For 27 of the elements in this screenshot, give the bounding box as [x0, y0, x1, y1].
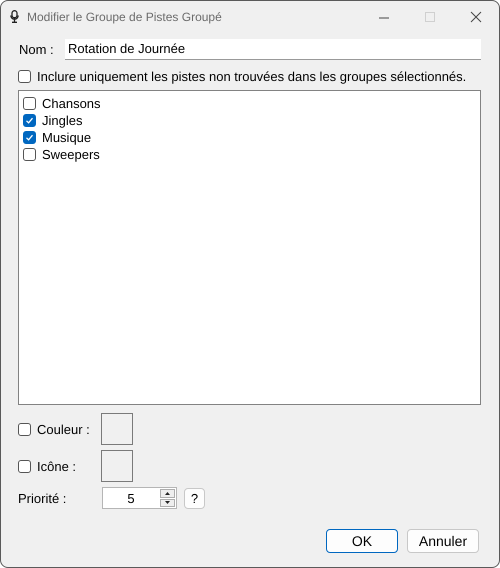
cancel-button[interactable]: Annuler	[407, 529, 479, 553]
priority-label: Priorité :	[18, 490, 68, 506]
checkbox[interactable]	[23, 131, 36, 144]
down-arrow-icon[interactable]	[165, 501, 170, 504]
window-title: Modifier le Groupe de Pistes Groupé	[27, 10, 223, 24]
checkbox[interactable]	[18, 460, 31, 472]
checkbox[interactable]	[18, 70, 31, 83]
option-label: Couleur :	[37, 422, 90, 436]
icon-swatch[interactable]	[101, 450, 133, 482]
name-field[interactable]: Rotation de Journée	[65, 38, 481, 60]
name-label: Nom :	[18, 42, 55, 56]
up-arrow-icon[interactable]	[165, 492, 170, 495]
checkbox[interactable]	[18, 422, 31, 436]
checkbox[interactable]	[23, 97, 36, 110]
group-label: Jingles	[42, 113, 82, 128]
option-label: Icône :	[37, 458, 76, 474]
help-button[interactable]: ?	[184, 488, 205, 508]
group-label: Musique	[42, 130, 92, 145]
color-swatch[interactable]	[101, 413, 133, 445]
ok-button[interactable]: OK	[326, 529, 398, 553]
checkbox[interactable]	[23, 114, 36, 127]
checkbox[interactable]	[23, 148, 36, 161]
option-label: Inclure uniquement les pistes non trouvées dans les groupes sélectionnés.	[37, 69, 466, 84]
microphone-icon	[10, 10, 19, 23]
priority-spinner[interactable]: 5	[102, 487, 177, 509]
group-label: Sweepers	[42, 147, 100, 162]
group-label: Chansons	[42, 96, 101, 111]
